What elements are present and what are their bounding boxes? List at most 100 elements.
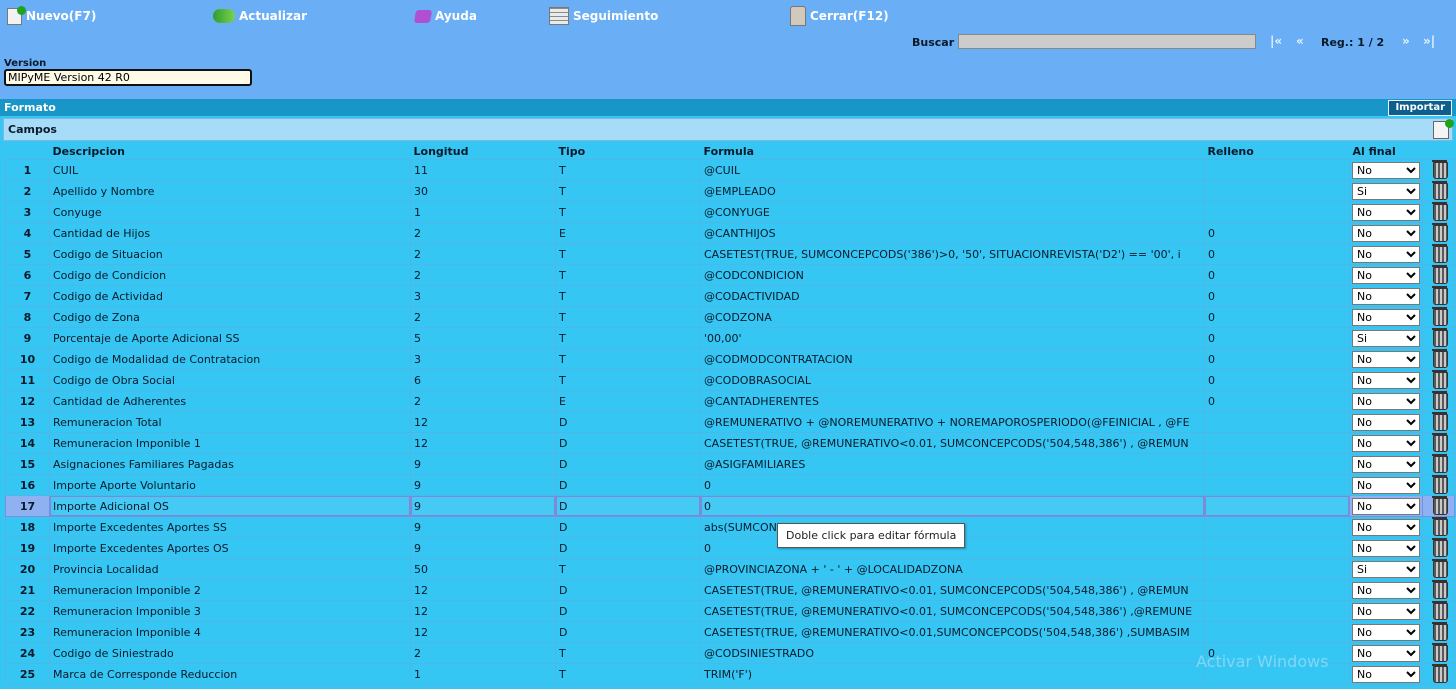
tipo-cell[interactable]: T — [555, 201, 701, 223]
table-row[interactable]: 16Importe Aporte Voluntario9D0 NoSi — [5, 474, 1455, 496]
trash-icon[interactable] — [1431, 223, 1448, 242]
relleno-cell[interactable] — [1204, 600, 1350, 622]
table-row[interactable]: 12 Cantidad de Adherentes 2 E @CANTADHERENTE… — [5, 390, 1455, 412]
formula-cell[interactable]: @PROVINCIAZONA + ' - ' + @LOCALIDADZONA — [700, 558, 1205, 580]
formula-cell[interactable]: CASETEST(TRUE, @REMUNERATIVO<0.01, SUMCO… — [700, 600, 1205, 622]
trash-icon[interactable] — [1431, 475, 1448, 494]
longitud-cell[interactable]: 2 — [410, 243, 556, 265]
table-row[interactable]: 13 Remuneracion Total 12 D @REMUNERATIVO + @… — [5, 411, 1455, 433]
relleno-cell[interactable]: 0 — [1204, 264, 1350, 286]
descripcion-cell[interactable]: Importe Aporte Voluntario — [49, 474, 411, 496]
trash-icon[interactable] — [1431, 370, 1448, 389]
longitud-cell[interactable]: 5 — [410, 327, 556, 349]
descripcion-cell[interactable]: Remuneracion Imponible 4 — [49, 621, 411, 643]
relleno-cell[interactable] — [1204, 558, 1350, 580]
relleno-cell[interactable] — [1204, 159, 1350, 181]
al-final-select[interactable]: NoSi — [1352, 287, 1420, 305]
al-final-select[interactable]: NoSi — [1352, 602, 1420, 620]
relleno-cell[interactable] — [1204, 432, 1350, 454]
search-input[interactable] — [958, 34, 1256, 49]
al-final-select[interactable]: NoSi — [1352, 329, 1420, 347]
longitud-cell[interactable]: 2 — [410, 264, 556, 286]
table-row[interactable]: 4Cantidad de Hijos2E@CANTHIJOS0NoSi — [5, 222, 1455, 244]
relleno-cell[interactable]: 0 — [1204, 327, 1350, 349]
al-final-select[interactable]: NoSi — [1352, 371, 1420, 389]
tipo-cell[interactable]: D — [555, 495, 701, 517]
relleno-cell[interactable]: 0 — [1204, 348, 1350, 370]
trash-icon[interactable] — [1431, 454, 1448, 473]
tipo-cell[interactable]: T — [555, 327, 701, 349]
al-final-select[interactable]: NoSi — [1352, 581, 1420, 599]
last-record-button[interactable]: »| — [1423, 34, 1435, 48]
formula-cell[interactable]: @REMUNERATIVO + @NOREMUNERATIVO + NOREMA… — [700, 411, 1205, 433]
previous-record-button[interactable]: « — [1296, 34, 1304, 48]
tipo-cell[interactable]: T — [555, 180, 701, 202]
formula-cell[interactable]: @CODOBRASOCIAL — [700, 369, 1205, 391]
tipo-cell[interactable]: T — [555, 558, 701, 580]
al-final-select[interactable]: NoSi — [1352, 266, 1420, 284]
formula-cell[interactable]: CASETEST(TRUE, SUMCONCEPCODS('386')>0, '… — [700, 243, 1205, 265]
table-row[interactable]: 9 Porcentaje de Aporte Adicional SS 5 T '00,… — [5, 327, 1455, 349]
tipo-cell[interactable]: T — [555, 285, 701, 307]
table-row[interactable]: 2Apellido y Nombre30T@EMPLEADO NoSi — [5, 180, 1455, 202]
trash-icon[interactable] — [1431, 160, 1448, 179]
descripcion-cell[interactable]: Provincia Localidad — [49, 558, 411, 580]
descripcion-cell[interactable]: Codigo de Actividad — [49, 285, 411, 307]
table-row[interactable]: 10 Codigo de Modalidad de Contratacion 3 T @… — [5, 348, 1455, 370]
formula-cell[interactable]: @CODMODCONTRATACION — [700, 348, 1205, 370]
table-row[interactable]: 21 Remuneracion Imponible 2 12 D CASETEST(T… — [5, 579, 1455, 601]
trash-icon[interactable] — [1431, 181, 1448, 200]
longitud-cell[interactable]: 30 — [410, 180, 556, 202]
trash-icon[interactable] — [1431, 244, 1448, 263]
formula-cell[interactable]: '00,00' — [700, 327, 1205, 349]
formula-cell[interactable]: @CUIL — [700, 159, 1205, 181]
tipo-cell[interactable]: T — [555, 306, 701, 328]
descripcion-cell[interactable]: Porcentaje de Aporte Adicional SS — [49, 327, 411, 349]
trash-icon[interactable] — [1431, 265, 1448, 284]
table-row[interactable]: 7Codigo de Actividad3T@CODACTIVIDAD0NoSi — [5, 285, 1455, 307]
tipo-cell[interactable]: T — [555, 243, 701, 265]
tipo-cell[interactable]: D — [555, 537, 701, 559]
longitud-cell[interactable]: 6 — [410, 369, 556, 391]
longitud-cell[interactable]: 2 — [410, 306, 556, 328]
longitud-cell[interactable]: 9 — [410, 537, 556, 559]
al-final-select[interactable]: NoSi — [1352, 224, 1420, 242]
relleno-cell[interactable] — [1204, 474, 1350, 496]
tipo-cell[interactable]: E — [555, 222, 701, 244]
relleno-cell[interactable]: 0 — [1204, 285, 1350, 307]
formula-cell[interactable]: @EMPLEADO — [700, 180, 1205, 202]
trash-icon[interactable] — [1431, 496, 1448, 515]
refresh-button[interactable]: Actualizar — [213, 7, 307, 25]
descripcion-cell[interactable]: Codigo de Situacion — [49, 243, 411, 265]
descripcion-cell[interactable]: Apellido y Nombre — [49, 180, 411, 202]
longitud-cell[interactable]: 9 — [410, 516, 556, 538]
descripcion-cell[interactable]: Codigo de Obra Social — [49, 369, 411, 391]
trash-icon[interactable] — [1431, 328, 1448, 347]
tipo-cell[interactable]: D — [555, 516, 701, 538]
descripcion-cell[interactable]: Cantidad de Hijos — [49, 222, 411, 244]
tracking-button[interactable]: Seguimiento — [549, 7, 658, 25]
trash-icon[interactable] — [1431, 601, 1448, 620]
al-final-select[interactable]: NoSi — [1352, 644, 1420, 662]
tipo-cell[interactable]: D — [555, 621, 701, 643]
tipo-cell[interactable]: D — [555, 432, 701, 454]
formula-cell[interactable]: 0 — [700, 474, 1205, 496]
first-record-button[interactable]: |« — [1270, 34, 1282, 48]
descripcion-cell[interactable]: Remuneracion Imponible 3 — [49, 600, 411, 622]
trash-icon[interactable] — [1431, 286, 1448, 305]
descripcion-cell[interactable]: Codigo de Condicion — [49, 264, 411, 286]
longitud-cell[interactable]: 3 — [410, 285, 556, 307]
table-row[interactable]: 17Importe Adicional OS9D0 NoSi — [5, 495, 1455, 517]
relleno-cell[interactable] — [1204, 516, 1350, 538]
trash-icon[interactable] — [1431, 517, 1448, 536]
new-button[interactable]: Nuevo(F7) — [7, 5, 96, 25]
relleno-cell[interactable] — [1204, 621, 1350, 643]
tipo-cell[interactable]: T — [555, 264, 701, 286]
al-final-select[interactable]: NoSi — [1352, 203, 1420, 221]
al-final-select[interactable]: NoSi — [1352, 308, 1420, 326]
help-button[interactable]: Ayuda — [413, 7, 477, 25]
table-row[interactable]: 14 Remuneracion Imponible 1 12 D CASETEST(TR… — [5, 432, 1455, 454]
trash-icon[interactable] — [1431, 538, 1448, 557]
al-final-select[interactable]: NoSi — [1352, 434, 1420, 452]
descripcion-cell[interactable]: CUIL — [49, 159, 411, 181]
